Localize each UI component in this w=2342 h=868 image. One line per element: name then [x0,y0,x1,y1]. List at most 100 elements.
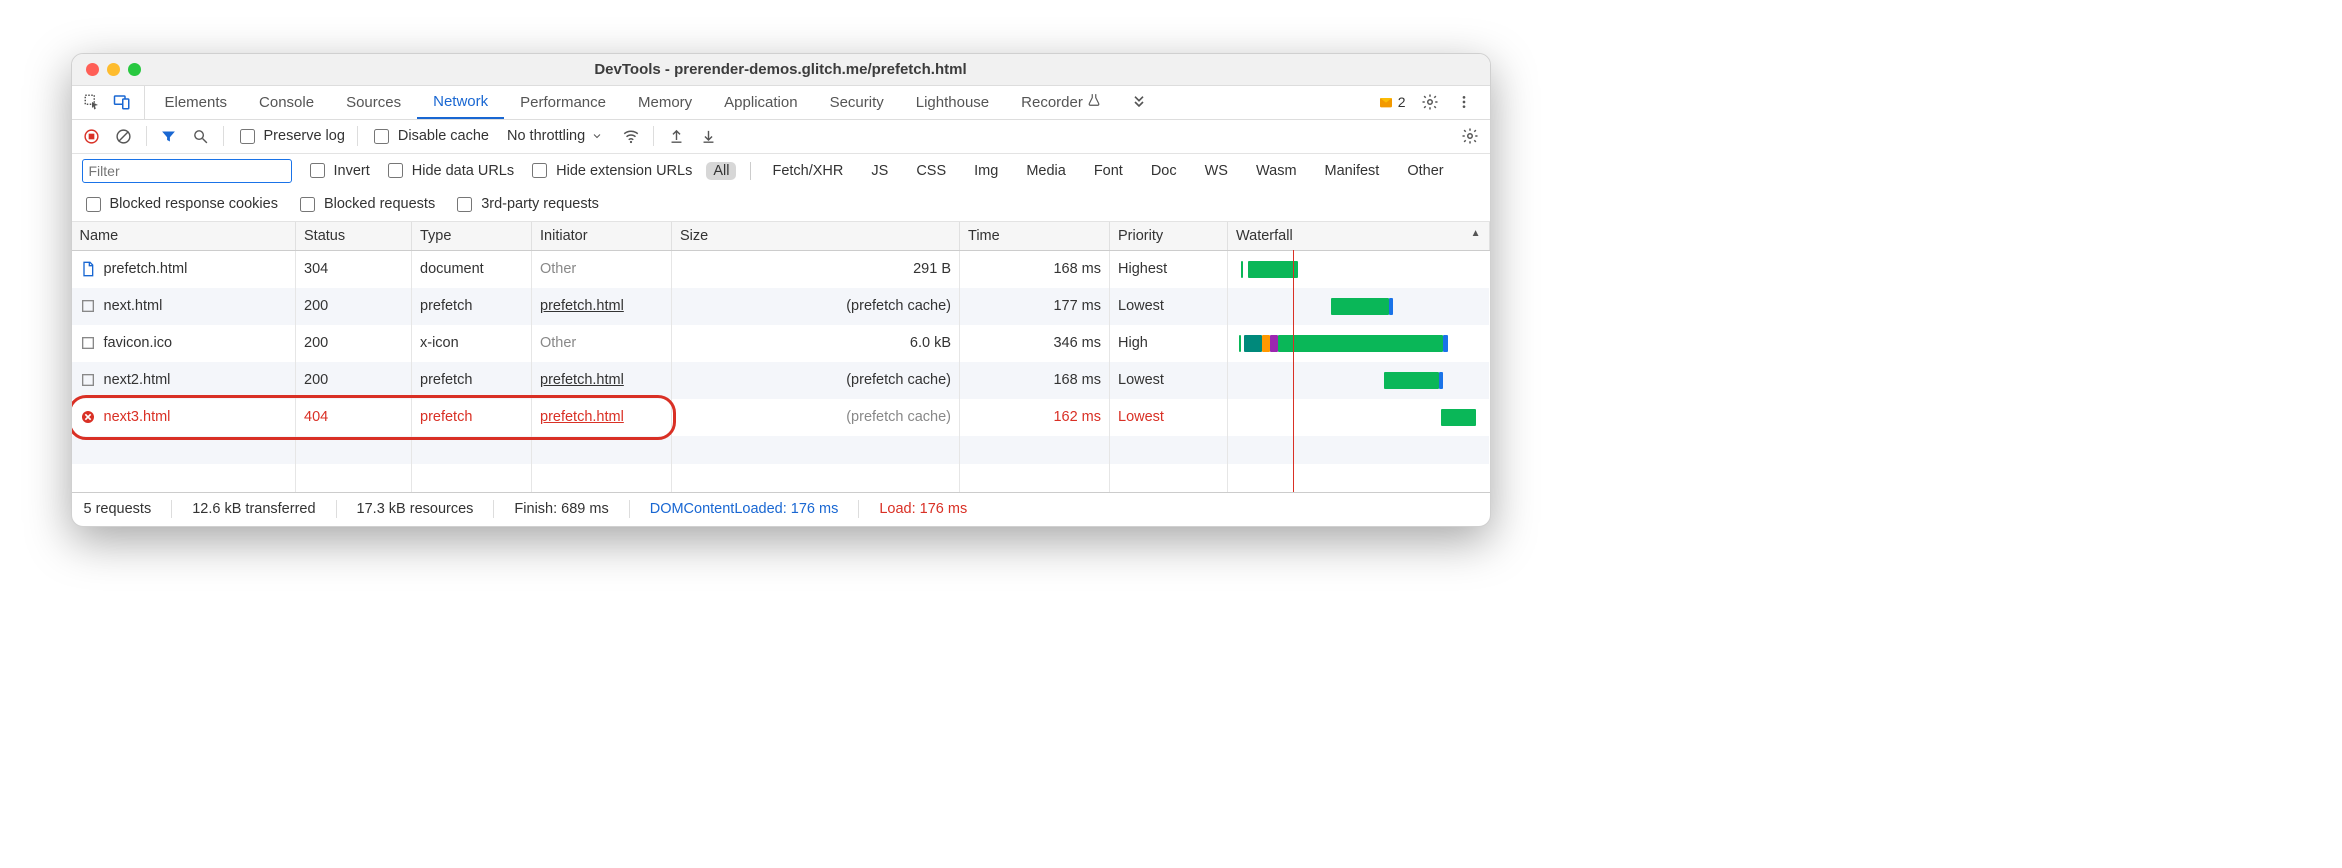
tab-elements[interactable]: Elements [149,86,244,119]
initiator-link[interactable]: prefetch.html [540,409,624,425]
request-type: x-icon [412,325,532,362]
request-status: 200 [296,362,412,399]
network-table: Name Status Type Initiator Size Time Pri… [72,222,1490,492]
tab-performance[interactable]: Performance [504,86,622,119]
initiator-link[interactable]: prefetch.html [540,372,624,388]
more-tabs-icon[interactable] [1129,92,1149,112]
col-size[interactable]: Size [672,222,960,251]
tab-application[interactable]: Application [708,86,813,119]
request-status: 304 [296,250,412,288]
tab-network[interactable]: Network [417,86,504,119]
waterfall-marker-line [1293,250,1294,492]
flask-icon [1087,93,1101,111]
hide-extension-urls-checkbox[interactable]: Hide extension URLs [528,160,692,181]
titlebar: DevTools - prerender-demos.glitch.me/pre… [72,54,1490,86]
tab-sources[interactable]: Sources [330,86,417,119]
import-icon[interactable] [666,126,686,146]
chip-other[interactable]: Other [1400,162,1450,180]
tab-console[interactable]: Console [243,86,330,119]
devtools-window: DevTools - prerender-demos.glitch.me/pre… [71,53,1491,527]
third-party-checkbox[interactable]: 3rd-party requests [453,194,599,215]
clear-icon[interactable] [114,126,134,146]
col-status[interactable]: Status [296,222,412,251]
chip-fetch-xhr[interactable]: Fetch/XHR [765,162,850,180]
request-name: prefetch.html [104,261,188,277]
filter-icon[interactable] [159,126,179,146]
col-type[interactable]: Type [412,222,532,251]
chip-manifest[interactable]: Manifest [1318,162,1387,180]
network-toolbar: Preserve log Disable cache No throttling [72,120,1490,154]
tab-lighthouse[interactable]: Lighthouse [900,86,1005,119]
network-conditions-icon[interactable] [621,126,641,146]
col-initiator[interactable]: Initiator [532,222,672,251]
blocked-cookies-checkbox[interactable]: Blocked response cookies [82,194,278,215]
footer-requests: 5 requests [84,501,152,517]
preserve-log-checkbox[interactable]: Preserve log [236,126,345,147]
status-bar: 5 requests 12.6 kB transferred 17.3 kB r… [72,492,1490,526]
request-name: next3.html [104,409,171,425]
sort-indicator-icon: ▲ [1471,228,1481,239]
footer-resources: 17.3 kB resources [357,501,474,517]
col-name[interactable]: Name [72,222,296,251]
table-row[interactable]: prefetch.html304documentOther291 B168 ms… [72,250,1490,288]
tab-recorder[interactable]: Recorder [1005,86,1117,119]
waterfall-cell [1228,362,1490,399]
chip-wasm[interactable]: Wasm [1249,162,1304,180]
col-priority[interactable]: Priority [1110,222,1228,251]
chip-all[interactable]: All [706,162,736,180]
window-controls [86,63,141,76]
table-row[interactable]: favicon.ico200x-iconOther6.0 kB346 msHig… [72,325,1490,362]
throttling-select[interactable]: No throttling [501,128,609,144]
request-name: next.html [104,298,163,314]
chip-js[interactable]: JS [864,162,895,180]
network-table-wrap: Name Status Type Initiator Size Time Pri… [72,222,1490,492]
request-size: 291 B [672,250,960,288]
footer-finish: Finish: 689 ms [514,501,608,517]
request-time: 168 ms [960,362,1110,399]
export-icon[interactable] [698,126,718,146]
filter-input[interactable] [82,159,292,183]
minimize-icon[interactable] [107,63,120,76]
table-row[interactable]: next.html200prefetchprefetch.html(prefet… [72,288,1490,325]
device-toggle-icon[interactable] [112,92,132,112]
invert-checkbox[interactable]: Invert [306,160,370,181]
blank-icon [80,372,96,388]
gear-icon[interactable] [1420,92,1440,112]
request-name: favicon.ico [104,335,173,351]
waterfall-cell [1228,250,1490,288]
zoom-icon[interactable] [128,63,141,76]
extra-options-row: Blocked response cookies Blocked request… [72,188,1490,222]
disable-cache-checkbox[interactable]: Disable cache [370,126,489,147]
table-row[interactable]: next2.html200prefetchprefetch.html(prefe… [72,362,1490,399]
inspect-icon[interactable] [82,92,102,112]
tab-memory[interactable]: Memory [622,86,708,119]
network-settings-icon[interactable] [1460,126,1480,146]
kebab-icon[interactable] [1454,92,1474,112]
initiator-text: Other [540,261,576,277]
request-name: next2.html [104,372,171,388]
record-icon[interactable] [82,126,102,146]
blocked-requests-checkbox[interactable]: Blocked requests [296,194,435,215]
hide-data-urls-checkbox[interactable]: Hide data URLs [384,160,514,181]
search-icon[interactable] [191,126,211,146]
request-priority: High [1110,325,1228,362]
tab-security[interactable]: Security [814,86,900,119]
chip-css[interactable]: CSS [909,162,953,180]
col-time[interactable]: Time [960,222,1110,251]
close-icon[interactable] [86,63,99,76]
chip-font[interactable]: Font [1087,162,1130,180]
chip-doc[interactable]: Doc [1144,162,1184,180]
panel-tabs: Elements Console Sources Network Perform… [72,86,1490,120]
request-status: 200 [296,325,412,362]
chip-media[interactable]: Media [1019,162,1073,180]
chip-ws[interactable]: WS [1198,162,1235,180]
request-size: 6.0 kB [672,325,960,362]
waterfall-cell [1228,288,1490,325]
initiator-link[interactable]: prefetch.html [540,298,624,314]
col-waterfall[interactable]: Waterfall▲ [1228,222,1490,251]
chip-img[interactable]: Img [967,162,1005,180]
table-row[interactable]: next3.html404prefetchprefetch.html(prefe… [72,399,1490,436]
warnings-badge[interactable]: 2 [1378,94,1406,110]
blank-icon [80,335,96,351]
footer-load: Load: 176 ms [879,501,967,517]
